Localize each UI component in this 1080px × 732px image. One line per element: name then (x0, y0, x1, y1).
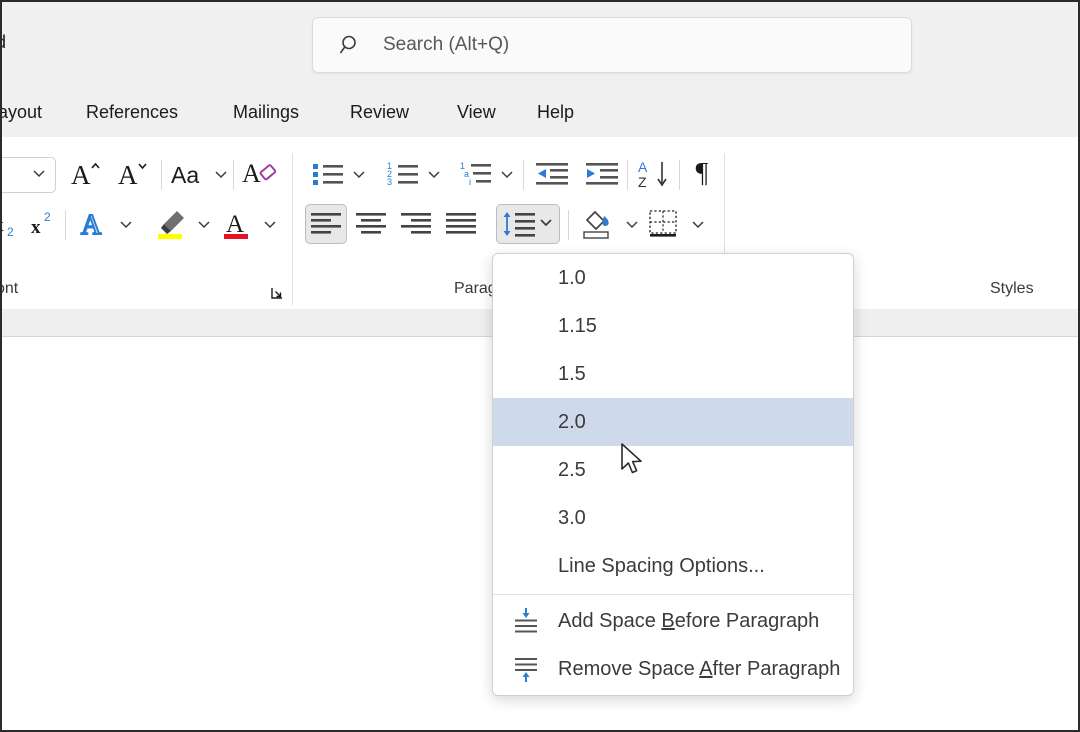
borders-button[interactable] (642, 204, 686, 244)
search-placeholder: Search (Alt+Q) (383, 34, 510, 55)
menu-item-line-spacing-options[interactable]: Line Spacing Options... (493, 542, 853, 590)
menu-item-2-0-label: 2.0 (558, 410, 586, 433)
remove-space-after-icon (511, 654, 541, 684)
tab-review[interactable]: Review (348, 88, 411, 137)
menu-item-add-space-before-paragraph[interactable]: Add Space Before Paragraph (493, 597, 853, 645)
group-label-paragraph: Parag (454, 280, 497, 297)
line-and-paragraph-spacing-button[interactable] (496, 204, 560, 244)
bullets-button[interactable] (310, 154, 348, 194)
svg-text:A: A (242, 159, 261, 188)
increase-indent-button[interactable] (580, 154, 624, 194)
search-input[interactable]: Search (Alt+Q) (312, 17, 912, 73)
svg-text:A: A (71, 160, 91, 190)
title-bar: d Search (Alt+Q) (2, 2, 1078, 88)
line-spacing-dropdown-menu: 1.0 1.15 1.5 2.0 2.5 3.0 Line Spacing Op… (492, 253, 854, 696)
menu-item-1-0-label: 1.0 (558, 266, 586, 289)
menu-item-1-0[interactable]: 1.0 (493, 254, 853, 302)
tab-view[interactable]: View (455, 88, 498, 137)
menu-item-3-0-label: 3.0 (558, 506, 586, 529)
font-color-chevron-icon[interactable] (257, 204, 283, 244)
multilevel-chevron-icon[interactable] (494, 154, 520, 194)
font-dialog-launcher-icon[interactable] (270, 286, 284, 300)
menu-item-1-5-label: 1.5 (558, 362, 586, 385)
menu-item-2-0[interactable]: 2.0 (493, 398, 853, 446)
text-effects-chevron-icon[interactable] (113, 204, 139, 244)
app-name-fragment: d (2, 32, 6, 53)
tab-mailings[interactable]: Mailings (231, 88, 301, 137)
sort-button[interactable]: A Z (634, 154, 676, 194)
numbering-button[interactable]: 1 2 3 (385, 154, 423, 194)
svg-text:i: i (469, 177, 471, 187)
svg-text:x: x (0, 215, 4, 236)
svg-text:3: 3 (387, 177, 392, 187)
menu-item-1-15-label: 1.15 (558, 314, 597, 337)
align-right-button[interactable] (395, 204, 437, 244)
decrease-indent-button[interactable] (530, 154, 574, 194)
svg-text:A: A (226, 211, 244, 238)
grow-font-button[interactable]: A (65, 154, 107, 194)
menu-item-add-space-before-paragraph-label: Add Space Before Paragraph (558, 609, 820, 632)
menu-item-line-spacing-options-label: Line Spacing Options... (558, 554, 765, 577)
change-case-chevron-icon[interactable] (208, 154, 234, 194)
bullets-chevron-icon[interactable] (346, 154, 372, 194)
word-window: d Search (Alt+Q) ayout References Mailin… (0, 0, 1080, 732)
change-case-button[interactable]: Aa (169, 154, 211, 194)
font-color-button[interactable]: A (216, 204, 260, 244)
tab-help[interactable]: Help (535, 88, 576, 137)
svg-text:Z: Z (638, 174, 647, 190)
svg-text:A: A (81, 210, 102, 241)
svg-text:2: 2 (44, 210, 51, 224)
search-icon (339, 33, 363, 57)
text-highlight-color-button[interactable] (150, 204, 194, 244)
svg-text:2: 2 (7, 225, 14, 239)
justify-button[interactable] (440, 204, 482, 244)
menu-item-3-0[interactable]: 3.0 (493, 494, 853, 542)
highlight-chevron-icon[interactable] (191, 204, 217, 244)
numbering-chevron-icon[interactable] (421, 154, 447, 194)
group-label-styles: Styles (990, 280, 1034, 297)
svg-text:Aa: Aa (171, 162, 199, 188)
text-effects-button[interactable]: A (72, 204, 116, 244)
show-formatting-marks-button[interactable]: ¶ (684, 154, 720, 194)
menu-item-2-5[interactable]: 2.5 (493, 446, 853, 494)
svg-text:x: x (31, 217, 41, 238)
menu-item-remove-space-after-paragraph[interactable]: Remove Space After Paragraph (493, 645, 853, 693)
font-size-input[interactable]: 2 (2, 157, 56, 193)
add-space-before-icon (511, 606, 541, 636)
menu-item-2-5-label: 2.5 (558, 458, 586, 481)
svg-text:A: A (638, 159, 648, 175)
shading-button[interactable] (576, 204, 620, 244)
menu-item-1-5[interactable]: 1.5 (493, 350, 853, 398)
multilevel-list-button[interactable]: 1 a i (458, 154, 496, 194)
group-label-font: ont (2, 280, 19, 297)
tab-layout[interactable]: ayout (2, 88, 44, 137)
ribbon-tabs: ayout References Mailings Review View He… (2, 88, 1078, 137)
subscript-button[interactable]: x 2 (0, 204, 26, 244)
svg-text:A: A (118, 160, 138, 190)
tab-references[interactable]: References (84, 88, 180, 137)
align-left-button[interactable] (305, 204, 347, 244)
chevron-down-icon[interactable] (31, 165, 47, 186)
menu-separator (493, 594, 853, 595)
menu-item-remove-space-after-paragraph-label: Remove Space After Paragraph (558, 657, 841, 680)
align-center-button[interactable] (350, 204, 392, 244)
borders-chevron-icon[interactable] (685, 204, 711, 244)
superscript-button[interactable]: x 2 (27, 204, 63, 244)
menu-item-1-15[interactable]: 1.15 (493, 302, 853, 350)
shrink-font-button[interactable]: A (112, 154, 154, 194)
clear-formatting-button[interactable]: A (240, 154, 282, 194)
